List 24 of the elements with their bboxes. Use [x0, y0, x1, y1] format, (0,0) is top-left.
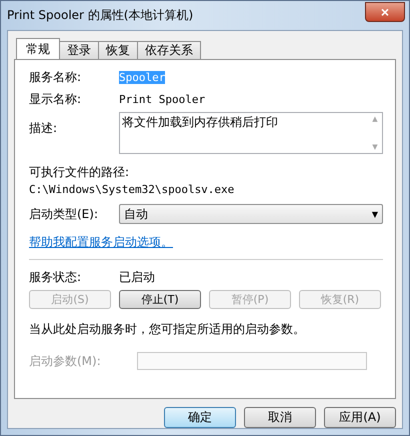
field-label: 显示名称: — [29, 90, 82, 108]
dialog-button[interactable]: 应用(A) — [324, 407, 396, 428]
tab[interactable]: 依存关系 — [137, 41, 201, 59]
dialog-button[interactable]: 确定 — [164, 407, 236, 428]
startup-type-dropdown[interactable]: 自动 ▼ — [119, 204, 383, 224]
window-title: Print Spooler 的属性(本地计算机) — [7, 7, 194, 24]
field-label: 描述: — [29, 120, 58, 137]
service-button[interactable]: 停止(T) — [119, 290, 201, 309]
service-name-value: Spooler — [119, 70, 166, 84]
dropdown-arrow-icon: ▼ — [372, 210, 378, 218]
field-label: 服务状态: — [29, 268, 82, 286]
field-label: 服务名称: — [29, 68, 82, 86]
tab[interactable]: 常规 — [16, 38, 60, 59]
field-label: 启动类型(E): — [29, 206, 99, 222]
help-link[interactable]: 帮助我配置服务启动选项。 — [29, 234, 173, 251]
tab[interactable]: 登录 — [59, 41, 99, 59]
dialog-button[interactable]: 取消 — [244, 407, 316, 428]
field-label: 启动参数(M): — [29, 352, 102, 370]
path-value: C:\Windows\System32\spoolsv.exe — [29, 183, 236, 196]
display-name-value: Print Spooler — [119, 92, 206, 106]
hint-text: 当从此处启动服务时，您可指定所适用的启动参数。 — [29, 321, 306, 338]
tab[interactable]: 恢复 — [98, 41, 138, 59]
field-label: 可执行文件的路径: — [29, 164, 130, 181]
status-value: 已启动 — [119, 268, 155, 286]
